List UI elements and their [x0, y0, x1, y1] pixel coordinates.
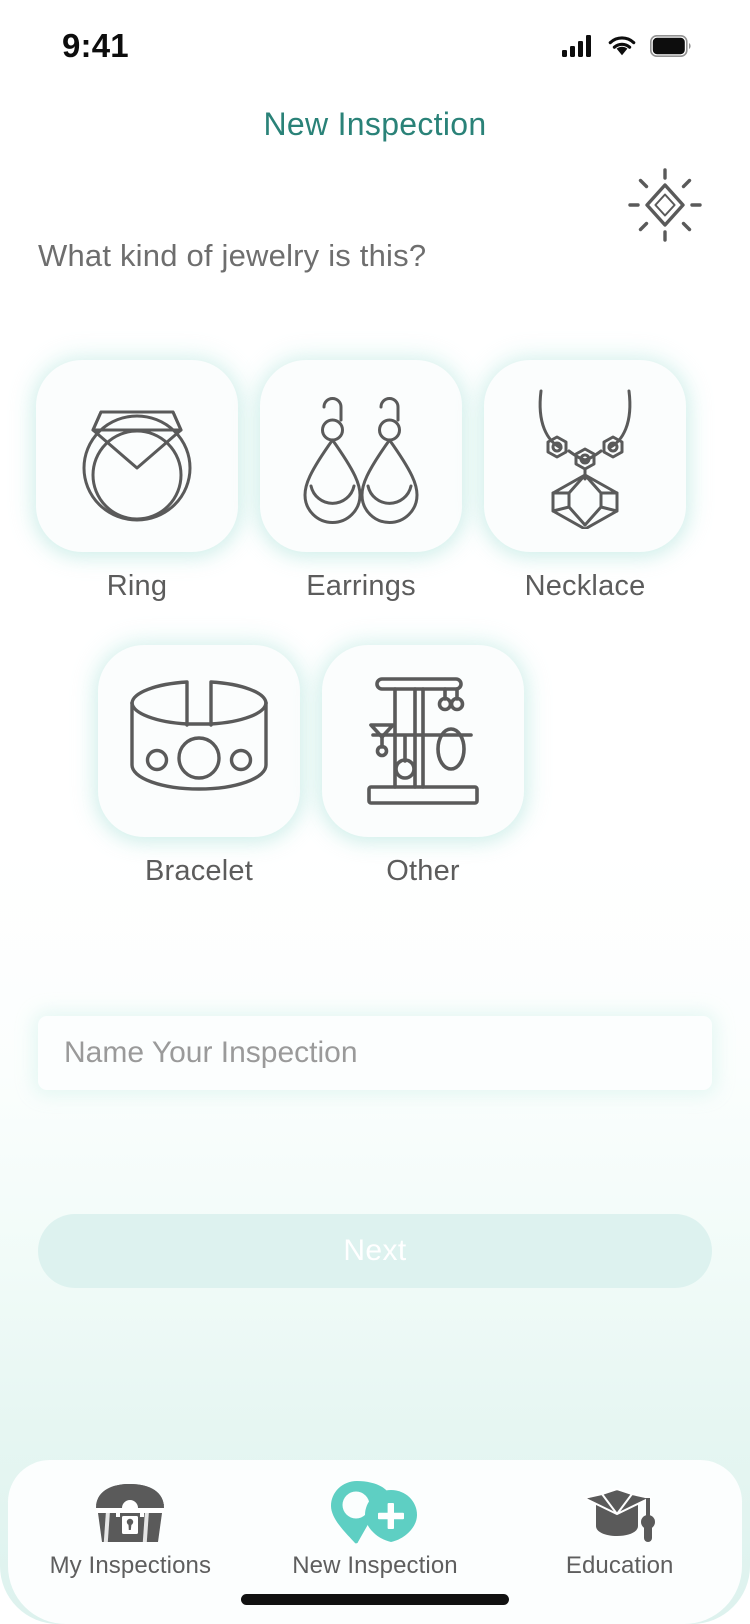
sparkle-diamond-icon[interactable] [628, 168, 702, 242]
jewelry-option-other[interactable]: Other [322, 645, 524, 888]
page-title: New Inspection [263, 106, 487, 142]
tab-new-inspection[interactable]: New Inspection [253, 1481, 498, 1580]
app-header: New Inspection [0, 106, 750, 143]
cellular-signal-icon [562, 35, 591, 57]
jewelry-stand-icon [367, 677, 479, 805]
other-tile[interactable] [322, 645, 524, 837]
tab-label: New Inspection [292, 1552, 458, 1579]
inspection-name-field[interactable] [38, 1016, 712, 1090]
home-indicator [241, 1594, 509, 1605]
map-pin-plus-icon [329, 1481, 421, 1544]
bracelet-icon [130, 680, 268, 791]
tab-my-inspections[interactable]: My Inspections [8, 1482, 253, 1580]
necklace-icon [538, 389, 632, 529]
tile-label: Necklace [524, 570, 646, 602]
phone-screen: 9:41 New Inspection What kind of jewelry… [0, 0, 750, 1624]
jewelry-type-grid: Ring Earrings Necklace Bracelet Other [0, 360, 750, 888]
earrings-tile[interactable] [260, 360, 462, 552]
ring-icon [82, 410, 192, 522]
graduation-cap-icon [578, 1482, 662, 1544]
status-time: 9:41 [62, 27, 129, 64]
tile-label: Other [386, 855, 460, 887]
tab-label: My Inspections [49, 1552, 212, 1579]
jewelry-option-necklace[interactable]: Necklace [484, 360, 686, 603]
tab-education[interactable]: Education [497, 1482, 742, 1580]
tile-label: Earrings [306, 570, 416, 602]
status-indicators [562, 35, 692, 57]
next-button[interactable]: Next [38, 1214, 712, 1288]
bracelet-tile[interactable] [98, 645, 300, 837]
jewelry-option-bracelet[interactable]: Bracelet [98, 645, 300, 888]
tile-label: Ring [106, 570, 168, 602]
jewelry-option-earrings[interactable]: Earrings [260, 360, 462, 603]
bottom-tab-bar: My Inspections New Inspection Education [8, 1460, 742, 1624]
necklace-tile[interactable] [484, 360, 686, 552]
status-bar: 9:41 [0, 0, 750, 92]
wifi-icon [608, 36, 636, 56]
tile-label: Bracelet [145, 855, 253, 887]
battery-icon [650, 35, 691, 57]
ring-tile[interactable] [36, 360, 238, 552]
treasure-chest-icon [92, 1482, 168, 1544]
earrings-icon [303, 397, 419, 524]
jewelry-option-ring[interactable]: Ring [36, 360, 238, 603]
question-label: What kind of jewelry is this? [38, 238, 427, 273]
tab-label: Education [565, 1552, 674, 1579]
inspection-name-input[interactable] [38, 1036, 712, 1070]
